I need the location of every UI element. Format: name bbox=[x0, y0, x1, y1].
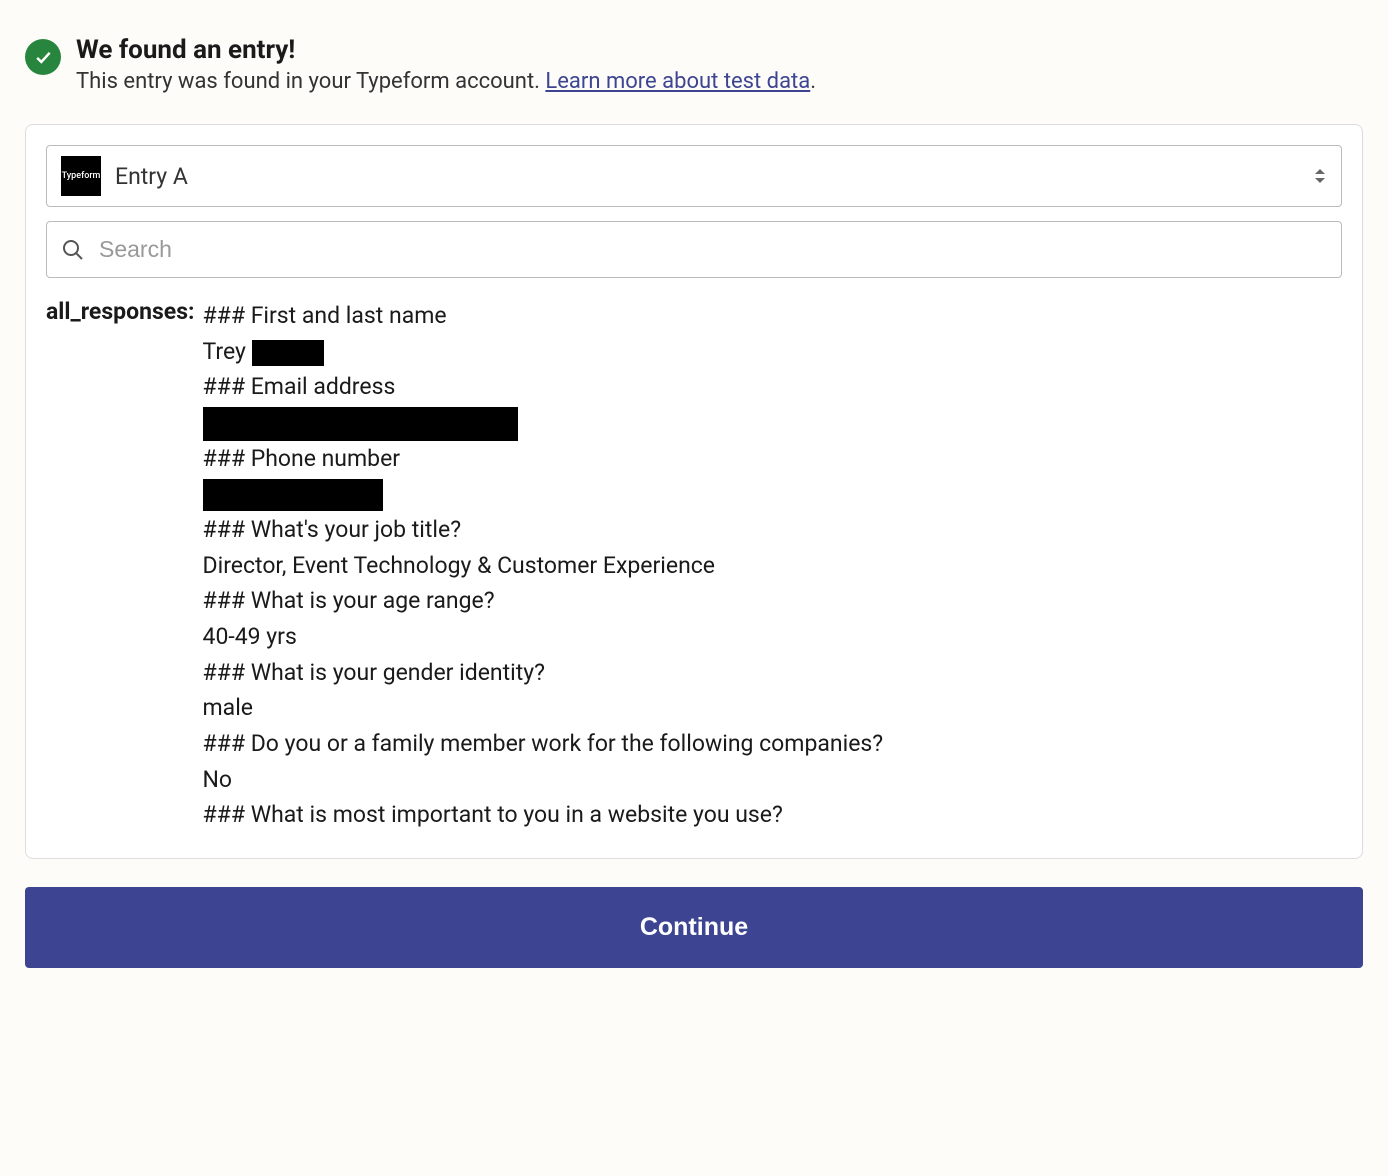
header-subtitle: This entry was found in your Typeform ac… bbox=[76, 69, 816, 94]
subtitle-suffix: . bbox=[810, 69, 816, 94]
response-line: Director, Event Technology & Customer Ex… bbox=[203, 548, 884, 584]
response-line: ### What is your age range? bbox=[203, 583, 884, 619]
response-line: ### What is most important to you in a w… bbox=[203, 797, 884, 833]
redacted-value bbox=[203, 407, 518, 441]
continue-button[interactable]: Continue bbox=[25, 887, 1363, 968]
response-line: No bbox=[203, 762, 884, 798]
redacted-value bbox=[252, 340, 324, 366]
entry-select-value: Entry A bbox=[115, 163, 188, 190]
response-line: ### First and last name bbox=[203, 298, 884, 334]
response-line: Trey bbox=[203, 334, 884, 370]
header-title: We found an entry! bbox=[76, 35, 816, 65]
typeform-logo: Typeform bbox=[61, 156, 101, 196]
response-key: all_responses: bbox=[46, 298, 195, 325]
redacted-value bbox=[203, 479, 383, 511]
search-box[interactable] bbox=[46, 221, 1342, 278]
response-line: male bbox=[203, 690, 884, 726]
response-line: ### Do you or a family member work for t… bbox=[203, 726, 884, 762]
subtitle-prefix: This entry was found in your Typeform ac… bbox=[76, 69, 545, 94]
response-line bbox=[203, 405, 884, 441]
response-line: 40-49 yrs bbox=[203, 619, 884, 655]
response-line bbox=[203, 476, 884, 512]
header-text: We found an entry! This entry was found … bbox=[76, 35, 816, 94]
chevron-up-down-icon bbox=[1313, 167, 1327, 185]
search-input[interactable] bbox=[99, 236, 1327, 263]
entry-select[interactable]: Typeform Entry A bbox=[46, 145, 1342, 207]
response-line: ### Email address bbox=[203, 369, 884, 405]
response-line: ### Phone number bbox=[203, 441, 884, 477]
response-wrap: all_responses: ### First and last name Tr… bbox=[46, 298, 1342, 838]
response-lines: ### First and last name Trey ### Email ad… bbox=[203, 298, 884, 838]
learn-more-link[interactable]: Learn more about test data bbox=[545, 69, 810, 94]
response-line: ### What's your job title? bbox=[203, 512, 884, 548]
check-icon bbox=[25, 39, 61, 75]
entry-found-header: We found an entry! This entry was found … bbox=[25, 35, 1363, 94]
search-icon bbox=[61, 238, 85, 262]
entry-card: Typeform Entry A all_responses: ### Firs… bbox=[25, 124, 1363, 859]
redact-prefix: Trey bbox=[203, 338, 252, 365]
response-line: That it's easy to navigate bbox=[203, 833, 884, 838]
response-line: ### What is your gender identity? bbox=[203, 655, 884, 691]
